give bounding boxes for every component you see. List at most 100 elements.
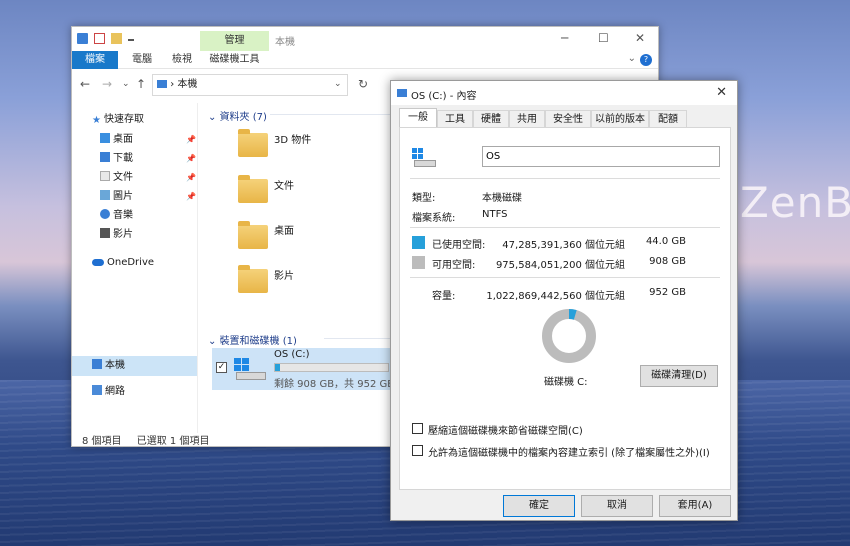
this-pc-icon [157, 80, 167, 88]
status-bar: 8 個項目 已選取 1 個項目 [82, 432, 209, 447]
recent-locations-chevron-icon[interactable]: ⌄ [122, 79, 130, 89]
documents-icon [100, 171, 110, 181]
devices-group-header[interactable]: ⌄ 裝置和磁碟機 (1) [208, 332, 297, 347]
pin-icon[interactable]: 📌 [186, 154, 196, 163]
address-dropdown-icon[interactable]: ⌄ [334, 79, 342, 89]
windows-drive-icon [234, 358, 266, 380]
collapse-chevron-icon: ⌄ [208, 112, 220, 123]
drive-c-tile[interactable]: ✓ OS (C:) 剩餘 908 GB，共 952 GB [212, 348, 395, 390]
tab-view[interactable]: 檢視 [164, 51, 200, 69]
nav-quick-access[interactable]: ★ 快速存取 [92, 111, 144, 129]
nav-selection-highlight [72, 356, 197, 376]
tab-security[interactable]: 安全性 [545, 110, 591, 128]
status-item-count: 8 個項目 [82, 436, 122, 447]
forward-arrow-icon[interactable]: → [102, 77, 112, 91]
close-button[interactable]: ✕ [635, 31, 645, 45]
pin-icon[interactable]: 📌 [186, 135, 196, 144]
onedrive-cloud-icon [92, 259, 104, 266]
capacity-bytes: 1,022,869,442,560 個位元組 [486, 291, 625, 302]
navigation-pane: ★ 快速存取 桌面 📌 下載 📌 文件 📌 圖片 📌 音樂 影片 OneDrive… [72, 103, 198, 433]
desktop-folder-icon [238, 221, 268, 249]
drive-name: OS (C:) [274, 349, 310, 360]
tab-hardware[interactable]: 硬體 [473, 110, 509, 128]
ok-button[interactable]: 確定 [503, 495, 575, 517]
tab-quota[interactable]: 配額 [649, 110, 687, 128]
capacity-label: 容量: [432, 291, 456, 302]
folders-group-header[interactable]: ⌄ 資料夾 (7) [208, 108, 267, 123]
help-icon[interactable]: ? [640, 54, 652, 66]
nav-desktop[interactable]: 桌面 [100, 131, 133, 149]
videos-folder-icon [238, 265, 268, 293]
pin-icon[interactable]: 📌 [186, 173, 196, 182]
new-folder-icon[interactable] [111, 33, 122, 44]
nav-documents[interactable]: 文件 [100, 169, 133, 187]
disk-cleanup-button[interactable]: 磁碟清理(D) [640, 365, 718, 387]
nav-pictures[interactable]: 圖片 [100, 188, 133, 206]
tab-general[interactable]: 一般 [399, 108, 437, 129]
nav-this-pc[interactable]: 本機 [92, 357, 125, 375]
donut-free-segment [542, 309, 596, 363]
nav-videos[interactable]: 影片 [100, 226, 133, 244]
maximize-button[interactable]: ☐ [598, 31, 609, 45]
type-value: 本機磁碟 [482, 193, 522, 204]
customize-qat-icon[interactable] [128, 37, 134, 41]
nav-network[interactable]: 網路 [92, 383, 125, 401]
download-icon [100, 152, 110, 162]
free-space-swatch [412, 256, 425, 269]
disk-usage-donut [542, 309, 596, 363]
free-space-bytes: 975,584,051,200 個位元組 [495, 260, 625, 271]
tab-file[interactable]: 檔案 [72, 51, 118, 69]
drive-small-icon [397, 89, 407, 97]
drive-caption: 磁碟機 C: [544, 377, 588, 388]
drive-usage-bar [274, 363, 389, 372]
tab-sharing[interactable]: 共用 [509, 110, 545, 128]
ribbon-collapse-chevron-icon[interactable]: ⌄ [628, 53, 636, 64]
index-checkbox[interactable] [412, 445, 423, 456]
used-space-label: 已使用空間: [432, 240, 486, 251]
dialog-title: OS (C:) - 內容 [411, 91, 477, 102]
star-icon: ★ [92, 115, 101, 126]
desktop-folder-icon [100, 133, 110, 143]
general-tab-panel: 類型: 本機磁碟 檔案系統: NTFS 已使用空間: 47,285,391,36… [399, 127, 731, 490]
pin-icon[interactable]: 📌 [186, 192, 196, 201]
collapse-chevron-icon: ⌄ [208, 336, 220, 347]
cancel-button[interactable]: 取消 [581, 495, 653, 517]
nav-onedrive[interactable]: OneDrive [92, 254, 154, 272]
volume-name-input[interactable] [482, 146, 720, 167]
quick-access-toolbar [77, 33, 134, 44]
tab-drive-tools[interactable]: 磁碟機工具 [200, 51, 269, 69]
free-space-label: 可用空間: [432, 260, 476, 271]
drive-checkbox[interactable]: ✓ [216, 362, 227, 373]
divider [410, 227, 720, 228]
tab-previous-versions[interactable]: 以前的版本 [591, 110, 649, 128]
network-icon [92, 385, 102, 395]
dialog-close-button[interactable]: ✕ [716, 85, 727, 100]
properties-check-icon[interactable] [94, 33, 105, 44]
compress-checkbox[interactable] [412, 423, 423, 434]
minimize-button[interactable]: ─ [561, 31, 568, 45]
pictures-icon [100, 190, 110, 200]
drive-properties-dialog: OS (C:) - 內容 ✕ 一般 工具 硬體 共用 安全性 以前的版本 配額 … [390, 80, 738, 521]
3d-objects-folder-icon [238, 129, 268, 157]
used-space-bytes: 47,285,391,360 個位元組 [502, 240, 625, 251]
documents-folder-icon [238, 175, 268, 203]
status-selected-count: 已選取 1 個項目 [136, 436, 210, 447]
capacity-gb: 952 GB [649, 287, 686, 298]
explorer-titlebar: 管理 本機 ─ ☐ ✕ [72, 27, 658, 51]
drive-free-text: 剩餘 908 GB，共 952 GB [274, 379, 395, 390]
address-bar[interactable]: › 本機 [152, 74, 348, 96]
tab-computer[interactable]: 電腦 [124, 51, 160, 69]
divider [410, 277, 720, 278]
breadcrumb-this-pc[interactable]: 本機 [177, 79, 197, 90]
used-space-gb: 44.0 GB [645, 236, 686, 247]
up-arrow-icon[interactable]: ↑ [136, 77, 146, 91]
desktop-brand-text: ZenBo [740, 178, 850, 227]
nav-music[interactable]: 音樂 [100, 207, 133, 225]
refresh-icon[interactable]: ↻ [358, 77, 368, 91]
tab-manage[interactable]: 管理 [200, 31, 269, 51]
apply-button[interactable]: 套用(A) [659, 495, 731, 517]
back-arrow-icon[interactable]: ← [80, 77, 90, 91]
explorer-app-icon [77, 33, 88, 44]
nav-downloads[interactable]: 下載 [100, 150, 133, 168]
tab-tools[interactable]: 工具 [437, 110, 473, 128]
